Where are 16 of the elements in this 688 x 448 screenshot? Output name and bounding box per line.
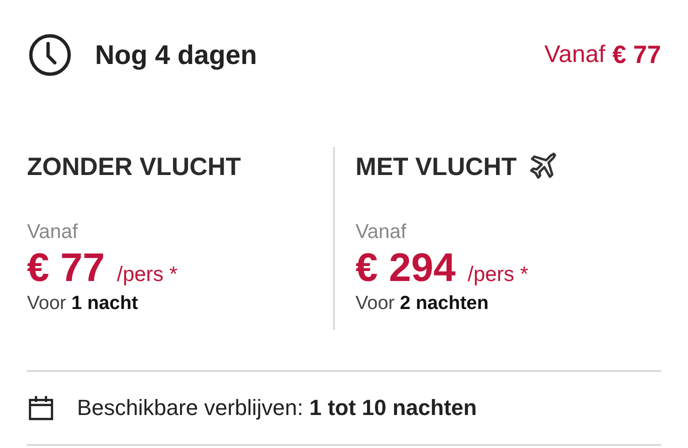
clock-icon	[27, 32, 73, 78]
countdown-text: Nog 4 dagen	[95, 40, 258, 70]
offer-title: ZONDER VLUCHT	[27, 152, 241, 182]
from-label: Vanaf	[356, 221, 408, 244]
price: € 294	[356, 246, 456, 291]
price: € 77	[27, 246, 105, 291]
from-label: Vanaf	[544, 41, 606, 69]
duration-text: Voor 2 nachten	[356, 293, 490, 315]
offer-title: MET VLUCHT	[356, 152, 517, 182]
duration-text: Voor 1 nacht	[27, 293, 139, 315]
availability-text: Beschikbare verblijven: 1 tot 10 nachten	[77, 395, 477, 421]
from-label: Vanaf	[27, 221, 79, 244]
price-unit: /pers *	[116, 263, 178, 287]
price-unit: /pers *	[468, 263, 528, 287]
from-price: € 77	[612, 40, 661, 70]
calendar-icon	[27, 394, 55, 422]
